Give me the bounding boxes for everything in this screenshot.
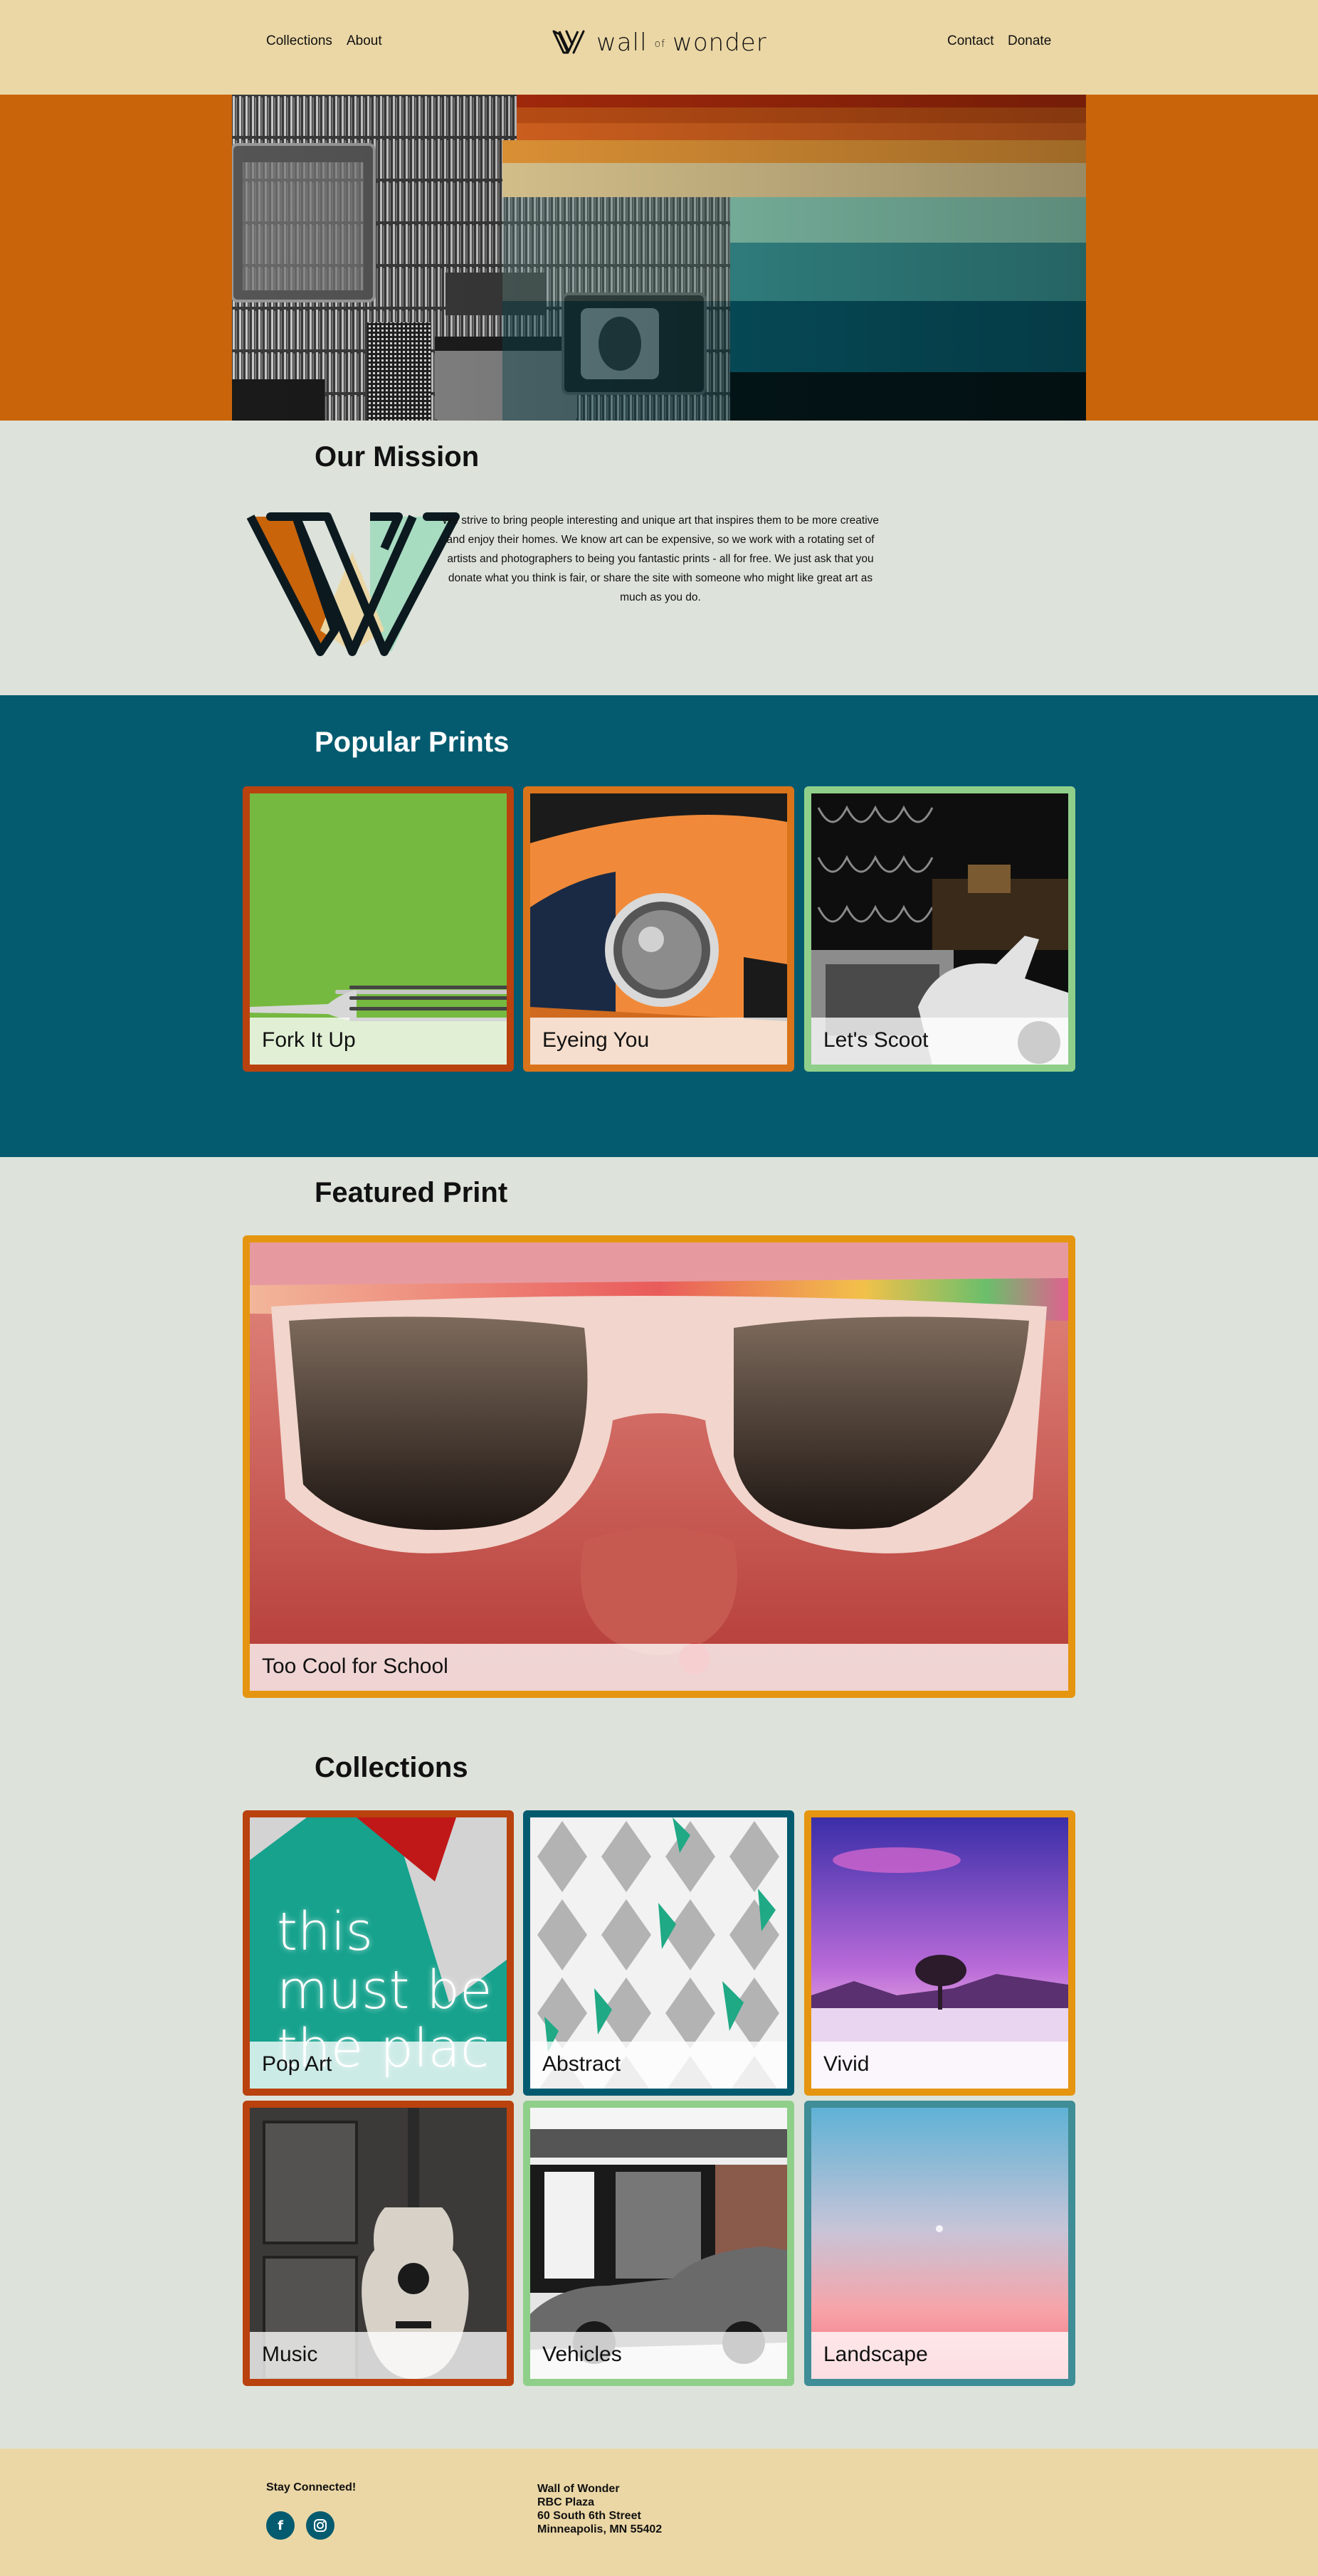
stay-connected-heading: Stay Connected! <box>266 2481 357 2493</box>
nav-contact-link[interactable]: Contact <box>947 33 993 49</box>
collection-card-landscape[interactable]: Landscape <box>804 2101 1075 2386</box>
collection-card-music[interactable]: Music <box>243 2101 514 2386</box>
address-line1: RBC Plaza <box>537 2496 595 2508</box>
popular-title: Popular Prints <box>315 727 510 758</box>
collection-label: Pop Art <box>262 2052 332 2076</box>
logo-mark-icon <box>552 30 585 54</box>
mission-title: Our Mission <box>315 441 480 473</box>
logo-wordmark: wall of wonder <box>596 28 767 57</box>
collection-label: Vehicles <box>542 2343 622 2366</box>
instagram-icon[interactable] <box>306 2511 334 2540</box>
collection-card-pop-art[interactable]: this must be the plac Pop Art <box>243 1810 514 2096</box>
nav-collections-link[interactable]: Collections <box>266 33 332 49</box>
site-logo[interactable]: wall of wonder <box>552 28 767 57</box>
print-label: Eyeing You <box>542 1028 650 1052</box>
mission-logo-icon <box>246 512 460 656</box>
collection-card-vehicles[interactable]: Vehicles <box>523 2101 794 2386</box>
collection-label: Vivid <box>823 2052 870 2076</box>
hero-image <box>232 95 1086 421</box>
address-line3: Minneapolis, MN 55402 <box>537 2523 663 2535</box>
collections-title: Collections <box>315 1752 468 1783</box>
print-card-fork[interactable]: Fork It Up <box>243 786 514 1072</box>
collection-card-vivid[interactable]: Vivid <box>804 1810 1075 2096</box>
collection-card-abstract[interactable]: Abstract <box>523 1810 794 2096</box>
mission-text: We strive to bring people interesting an… <box>441 514 880 603</box>
site-header: Collections About wall of wonder Contact D… <box>0 0 1318 95</box>
featured-image <box>250 1242 1068 1691</box>
address-name: Wall of Wonder <box>537 2483 620 2495</box>
print-card-scoot[interactable]: Let's Scoot <box>804 786 1075 1072</box>
featured-card[interactable]: Too Cool for School <box>243 1235 1075 1698</box>
print-card-eyeing[interactable]: Eyeing You <box>523 786 794 1072</box>
nav-about-link[interactable]: About <box>347 33 382 49</box>
featured-title: Featured Print <box>315 1177 508 1208</box>
collection-label: Landscape <box>823 2343 928 2366</box>
print-label: Fork It Up <box>262 1028 356 1052</box>
featured-label: Too Cool for School <box>262 1654 448 1678</box>
collection-label: Music <box>262 2343 318 2366</box>
collection-label: Abstract <box>542 2052 621 2076</box>
nav-donate-link[interactable]: Donate <box>1008 33 1051 49</box>
print-label: Let's Scoot <box>823 1028 929 1052</box>
facebook-icon[interactable]: f <box>266 2511 295 2540</box>
address-line2: 60 South 6th Street <box>537 2510 641 2522</box>
footer-address: Wall of Wonder RBC Plaza 60 South 6th St… <box>537 2482 662 2536</box>
